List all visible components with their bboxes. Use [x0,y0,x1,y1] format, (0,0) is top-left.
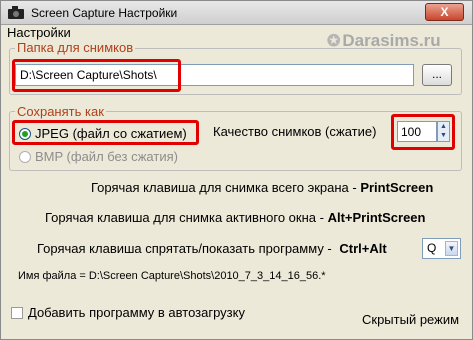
hotkey-letter-value: Q [427,241,437,255]
radio-bmp-label: BMP (файл без сжатия) [35,149,178,164]
quality-label: Качество снимков (сжатие) [213,124,377,139]
title-bar[interactable]: Screen Capture Настройки X [1,1,472,25]
hotkey-active-window-label: Горячая клавиша для снимка активного окн… [45,210,324,225]
settings-panel-label: Настройки [7,25,71,40]
camera-icon [8,6,24,19]
hotkey-toggle-label: Горячая клавиша спрятать/показать програ… [37,241,332,256]
radio-bmp[interactable]: BMP (файл без сжатия) [19,149,178,164]
settings-window: Screen Capture Настройки X Настройки ✪ Da… [0,0,473,340]
hotkey-fullscreen: Горячая клавиша для снимка всего экрана … [91,180,433,195]
hidden-mode-link[interactable]: Скрытый режим [362,312,459,327]
chevron-down-icon[interactable]: ▼ [445,241,458,256]
window-title: Screen Capture Настройки [31,6,178,20]
highlight-jpeg [12,120,199,145]
hotkey-active-window: Горячая клавиша для снимка активного окн… [45,210,425,225]
autostart-checkbox[interactable] [11,307,23,319]
browse-button[interactable]: ... [422,64,452,86]
highlight-path [12,59,181,92]
highlight-quality [391,114,455,150]
radio-bmp-indicator[interactable] [19,150,31,163]
hotkey-toggle: Горячая клавиша спрятать/показать програ… [37,241,387,256]
filename-preview: Имя файла = D:\Screen Capture\Shots\2010… [18,270,326,282]
save-as-group-legend: Сохранять как [15,104,106,119]
hotkey-active-window-key: Alt+PrintScreen [327,210,426,225]
hotkey-fullscreen-label: Горячая клавиша для снимка всего экрана … [91,180,357,195]
folder-group-legend: Папка для снимков [15,40,136,55]
hotkey-toggle-key: Ctrl+Alt [339,241,387,256]
hotkey-fullscreen-key: PrintScreen [360,180,434,195]
hotkey-letter-select[interactable]: Q ▼ [422,238,461,259]
autostart-label: Добавить программу в автозагрузку [28,305,245,320]
close-button[interactable]: X [425,3,464,21]
